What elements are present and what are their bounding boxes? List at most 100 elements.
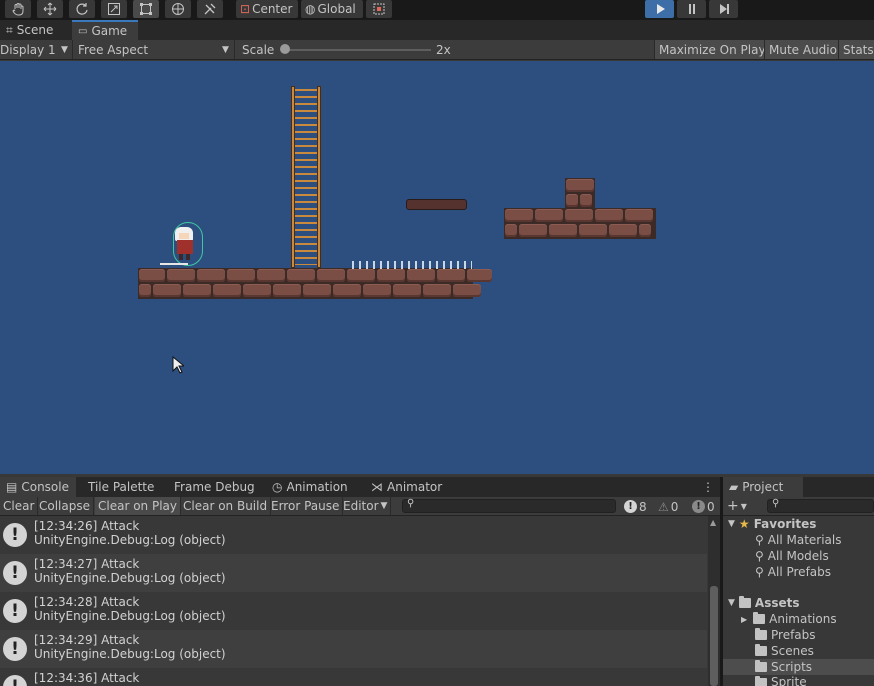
project-tabstrip: ▰ Project [723, 477, 874, 497]
folder-icon [755, 676, 767, 686]
pivot-toggle[interactable]: ⊡ Center [236, 0, 298, 18]
scrollbar-thumb[interactable] [710, 586, 718, 686]
favorite-all-materials[interactable]: ⚲ All Materials [723, 532, 874, 548]
favorite-label: All Prefabs [767, 565, 832, 579]
log-entry[interactable]: ! [12:34:28] Attack UnityEngine.Debug:Lo… [0, 592, 707, 630]
folder-icon: ▰ [729, 480, 739, 494]
display-dropdown[interactable]: Display 1 ▼ [0, 40, 72, 59]
info-icon: ! [624, 500, 637, 513]
editor-dropdown[interactable]: Editor ▼ [340, 497, 392, 515]
play-button[interactable] [645, 0, 674, 18]
custom-tool-icon[interactable] [197, 0, 223, 18]
game-view[interactable] [0, 61, 874, 474]
tab-frame-debug[interactable]: Frame Debug [168, 477, 261, 497]
console-scrollbar[interactable]: ▲ [708, 516, 720, 686]
log-stack: UnityEngine.Debug:Log (object) [34, 647, 226, 661]
pause-icon [688, 4, 695, 14]
log-entry[interactable]: ! [12:34:27] Attack UnityEngine.Debug:Lo… [0, 554, 707, 592]
log-entry[interactable]: ! [12:34:29] Attack UnityEngine.Debug:Lo… [0, 630, 707, 668]
log-entry[interactable]: ! [12:34:36] Attack [0, 668, 707, 686]
maximize-on-play-button[interactable]: Maximize On Play [654, 40, 770, 59]
expand-arrow-icon: ▼ [728, 598, 735, 608]
log-count: 8 [639, 499, 647, 514]
project-toolbar: + ▼ ⚲ [723, 497, 874, 516]
scroll-up-icon[interactable]: ▲ [710, 518, 716, 527]
folder-icon [753, 612, 766, 624]
stats-label: Stats [843, 42, 874, 57]
folder-label: Prefabs [771, 628, 816, 642]
favorite-all-prefabs[interactable]: ⚲ All Prefabs [723, 564, 874, 580]
folder-sprite[interactable]: Sprite [723, 675, 874, 686]
tab-project-label: Project [742, 480, 784, 494]
error-count-toggle[interactable]: ! 0 [692, 499, 715, 514]
tab-animator[interactable]: ⋊ Animator [365, 477, 448, 497]
aspect-label: Free Aspect [78, 42, 149, 57]
spikes [352, 261, 472, 269]
dropdown-arrow-icon: ▼ [222, 44, 229, 55]
console-search-input[interactable]: ⚲ [402, 498, 616, 513]
snap-icon[interactable] [366, 0, 392, 18]
scale-slider-handle[interactable] [280, 44, 290, 54]
tab-tile-palette[interactable]: Tile Palette [82, 477, 160, 497]
warning-count-toggle[interactable]: ⚠ 0 [658, 499, 678, 514]
expand-arrow-icon: ▼ [728, 519, 735, 529]
folder-label: Sprite [771, 675, 807, 686]
clear-button[interactable]: Clear [0, 497, 39, 515]
moving-platform [406, 199, 467, 210]
space-toggle[interactable]: ◍ Global [301, 0, 363, 18]
folder-scenes[interactable]: Scenes [723, 643, 874, 659]
dropdown-arrow-icon: ▼ [61, 44, 68, 55]
assets-header[interactable]: ▼ Assets [723, 595, 874, 611]
step-button[interactable] [709, 0, 738, 18]
log-message: [12:34:26] Attack [34, 519, 140, 533]
folder-scripts[interactable]: Scripts [723, 659, 874, 675]
folder-label: Scenes [771, 644, 814, 658]
favorite-label: All Models [767, 549, 829, 563]
log-stack: UnityEngine.Debug:Log (object) [34, 609, 226, 623]
scale-tool-icon[interactable] [101, 0, 127, 18]
project-search-input[interactable]: ⚲ [767, 498, 874, 513]
tab-project[interactable]: ▰ Project [723, 477, 803, 497]
scale-slider[interactable] [283, 49, 431, 51]
folder-icon [755, 644, 767, 656]
search-icon: ⚲ [755, 565, 764, 579]
transform-tool-icon[interactable] [165, 0, 191, 18]
collapse-button[interactable]: Collapse [36, 497, 94, 515]
move-tool-icon[interactable] [37, 0, 63, 18]
scale-value: 2x [436, 42, 451, 57]
brick-stack [565, 178, 595, 208]
folder-animations[interactable]: ▶ Animations [723, 611, 874, 627]
error-pause-toggle[interactable]: Error Pause [268, 497, 344, 515]
clear-on-build-toggle[interactable]: Clear on Build [180, 497, 272, 515]
favorites-header[interactable]: ▼ ★ Favorites [723, 516, 874, 532]
pause-button[interactable] [677, 0, 706, 18]
rotate-tool-icon[interactable] [69, 0, 95, 18]
dropdown-arrow-icon: ▼ [380, 501, 388, 511]
tab-animation[interactable]: ◷ Animation [266, 477, 354, 497]
mute-audio-button[interactable]: Mute Audio [764, 40, 841, 59]
log-count-toggle[interactable]: ! 8 [624, 499, 647, 514]
info-icon: ! [3, 523, 27, 547]
clear-on-play-toggle[interactable]: Clear on Play [95, 497, 181, 515]
tab-console[interactable]: ▤ Console [0, 477, 76, 497]
tab-game[interactable]: ▭ Game [72, 20, 138, 40]
assets-label: Assets [754, 596, 800, 610]
folder-prefabs[interactable]: Prefabs [723, 627, 874, 643]
stats-button[interactable]: Stats [838, 40, 874, 59]
console-toolbar: Clear Collapse Clear on Play Clear on Bu… [0, 497, 720, 516]
favorite-all-models[interactable]: ⚲ All Models [723, 548, 874, 564]
collapse-label: Collapse [39, 499, 90, 513]
aspect-dropdown[interactable]: Free Aspect ▼ [72, 40, 234, 59]
kebab-menu-icon[interactable]: ⋮ [700, 477, 716, 497]
tab-scene[interactable]: ⌗ Scene [0, 20, 70, 40]
rect-tool-icon[interactable] [133, 0, 159, 18]
star-icon: ★ [738, 517, 750, 531]
dropdown-arrow-icon: ▼ [740, 501, 747, 511]
folder-icon [738, 596, 751, 608]
mute-label: Mute Audio [769, 42, 837, 57]
log-message: [12:34:29] Attack [34, 633, 140, 647]
space-label: Global [317, 2, 356, 16]
hand-tool-icon[interactable] [5, 0, 31, 18]
add-asset-button[interactable]: + ▼ [727, 497, 747, 515]
log-entry[interactable]: ! [12:34:26] Attack UnityEngine.Debug:Lo… [0, 516, 707, 554]
